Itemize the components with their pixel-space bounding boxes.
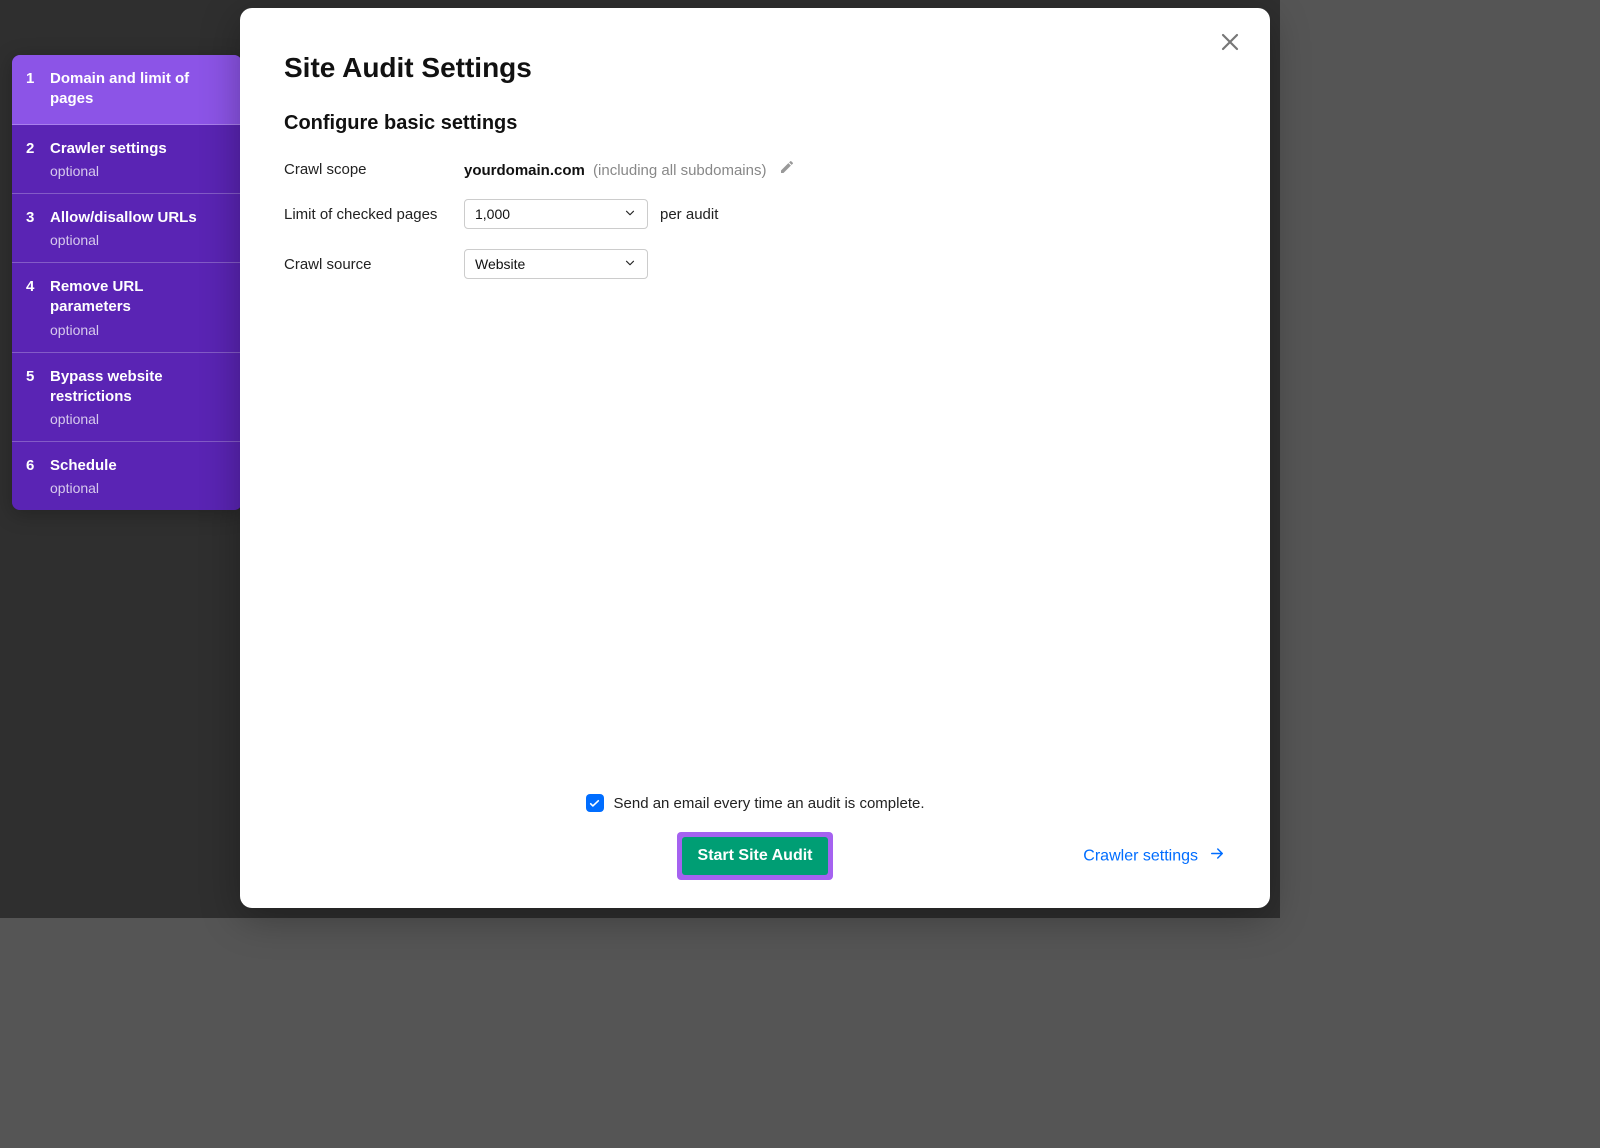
step-sublabel: optional — [50, 411, 226, 427]
limit-pages-label: Limit of checked pages — [284, 206, 464, 223]
step-allow-disallow-urls[interactable]: 3 Allow/disallow URLs optional — [12, 194, 242, 263]
email-notify-row: Send an email every time an audit is com… — [284, 794, 1226, 812]
step-sublabel: optional — [50, 163, 226, 179]
step-number: 3 — [26, 208, 50, 226]
modal-title: Site Audit Settings — [284, 52, 1226, 84]
crawl-source-row: Crawl source Website — [284, 249, 1226, 279]
crawler-settings-link[interactable]: Crawler settings — [1083, 845, 1226, 868]
step-label: Allow/disallow URLs — [50, 208, 226, 228]
step-label: Remove URL parameters — [50, 277, 226, 318]
crawl-source-value: Website — [475, 256, 525, 272]
modal-actions: Start Site Audit Crawler settings — [284, 832, 1226, 880]
email-notify-checkbox[interactable] — [586, 794, 604, 812]
step-number: 5 — [26, 367, 50, 385]
modal-subtitle: Configure basic settings — [284, 112, 1226, 135]
step-crawler-settings[interactable]: 2 Crawler settings optional — [12, 125, 242, 194]
limit-pages-select[interactable]: 1,000 — [464, 199, 648, 229]
step-sublabel: optional — [50, 480, 226, 496]
step-label: Schedule — [50, 456, 226, 476]
crawl-scope-row: Crawl scope yourdomain.com (including al… — [284, 159, 1226, 179]
step-bypass-restrictions[interactable]: 5 Bypass website restrictions optional — [12, 353, 242, 443]
close-icon — [1218, 30, 1242, 54]
crawler-settings-link-label: Crawler settings — [1083, 847, 1198, 865]
crawl-scope-hint: (including all subdomains) — [593, 162, 766, 179]
settings-modal: Site Audit Settings Configure basic sett… — [240, 8, 1270, 908]
crawl-scope-label: Crawl scope — [284, 161, 464, 178]
step-label: Domain and limit of pages — [50, 69, 226, 110]
step-schedule[interactable]: 6 Schedule optional — [12, 442, 242, 510]
step-number: 2 — [26, 139, 50, 157]
pencil-icon — [779, 159, 795, 175]
check-icon — [588, 797, 601, 810]
crawl-source-select[interactable]: Website — [464, 249, 648, 279]
step-sublabel: optional — [50, 232, 226, 248]
arrow-right-icon — [1208, 845, 1226, 868]
edit-crawl-scope-button[interactable] — [779, 159, 795, 175]
step-sublabel: optional — [50, 322, 226, 338]
step-number: 1 — [26, 69, 50, 87]
limit-pages-suffix: per audit — [660, 206, 718, 223]
start-button-highlight: Start Site Audit — [677, 832, 834, 880]
step-domain-and-limit[interactable]: 1 Domain and limit of pages — [12, 55, 242, 125]
modal-footer: Send an email every time an audit is com… — [240, 794, 1270, 880]
crawl-scope-domain: yourdomain.com — [464, 162, 585, 179]
step-label: Crawler settings — [50, 139, 226, 159]
chevron-down-icon — [623, 256, 637, 273]
step-number: 6 — [26, 456, 50, 474]
close-button[interactable] — [1218, 30, 1246, 58]
start-site-audit-button[interactable]: Start Site Audit — [682, 837, 829, 875]
step-label: Bypass website restrictions — [50, 367, 226, 408]
limit-pages-value: 1,000 — [475, 206, 510, 222]
email-notify-label: Send an email every time an audit is com… — [614, 795, 925, 812]
limit-pages-row: Limit of checked pages 1,000 per audit — [284, 199, 1226, 229]
step-remove-url-parameters[interactable]: 4 Remove URL parameters optional — [12, 263, 242, 353]
chevron-down-icon — [623, 206, 637, 223]
step-number: 4 — [26, 277, 50, 295]
crawl-source-label: Crawl source — [284, 256, 464, 273]
wizard-sidebar: 1 Domain and limit of pages 2 Crawler se… — [12, 55, 242, 510]
